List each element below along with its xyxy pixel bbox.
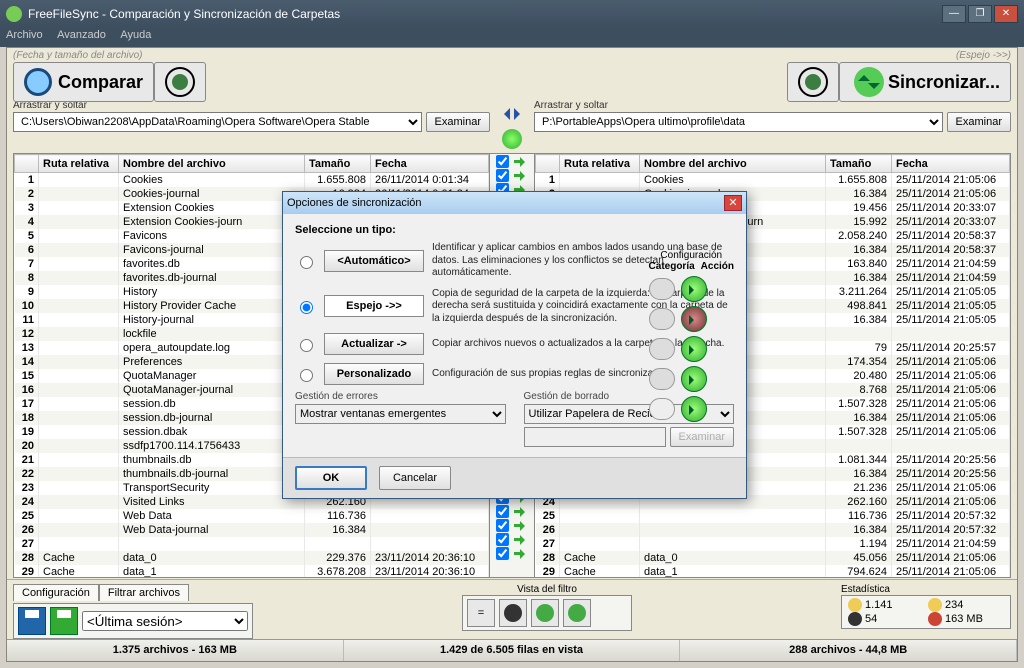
- swap-sides-button[interactable]: [495, 102, 529, 126]
- left-browse-button[interactable]: Examinar: [426, 112, 490, 132]
- table-row[interactable]: 29Cachedata_1794.62425/11/2014 21:05:06: [536, 565, 1010, 578]
- menu-help[interactable]: Ayuda: [120, 29, 151, 41]
- include-checkbox[interactable]: [496, 169, 509, 182]
- choose-type-label: Seleccione un tipo:: [295, 224, 396, 236]
- table-row[interactable]: 2616.38425/11/2014 20:57:32: [536, 523, 1010, 537]
- filter-conflict-button[interactable]: [499, 599, 527, 627]
- config-matrix: Configuración CategoríaAcción: [649, 250, 734, 426]
- cat-right-newer-icon: [649, 368, 675, 390]
- tab-config[interactable]: Configuración: [13, 584, 99, 601]
- sync-button[interactable]: Sincronizar...: [839, 62, 1011, 102]
- gear-icon: [165, 67, 195, 97]
- filter-view-toolbar: =: [462, 595, 632, 631]
- create-icon: [928, 598, 942, 612]
- dialog-close-button[interactable]: ✕: [724, 195, 742, 211]
- cat-right-only-icon: [649, 308, 675, 330]
- update-icon: [848, 598, 862, 612]
- radio-update[interactable]: [300, 339, 313, 352]
- include-checkbox[interactable]: [496, 505, 509, 518]
- delete-icon: [848, 612, 862, 626]
- stats-panel: 1.141 234 54 163 MB: [841, 595, 1011, 629]
- right-path-input[interactable]: P:\PortableApps\Opera ultimo\profile\dat…: [534, 112, 943, 132]
- table-row[interactable]: 27: [15, 537, 489, 551]
- maximize-button[interactable]: ❐: [968, 5, 992, 23]
- session-select[interactable]: <Última sesión>: [82, 611, 248, 631]
- table-row[interactable]: 28Cachedata_0229.37623/11/2014 20:36:10: [15, 551, 489, 565]
- app-icon: [6, 6, 22, 22]
- filter-left-button[interactable]: [563, 599, 591, 627]
- copy-right-arrow-icon: [512, 547, 528, 560]
- table-row[interactable]: 25Web Data116.736: [15, 509, 489, 523]
- status-right: 288 archivos - 44,8 MB: [680, 640, 1017, 661]
- copy-right-arrow-icon: [512, 169, 528, 182]
- include-checkbox[interactable]: [496, 519, 509, 532]
- menu-file[interactable]: Archivo: [6, 29, 43, 41]
- cat-left-only-icon: [649, 278, 675, 300]
- right-browse-button[interactable]: Examinar: [947, 112, 1011, 132]
- include-checkbox[interactable]: [496, 547, 509, 560]
- act-create-icon[interactable]: [681, 276, 707, 302]
- status-middle: 1.429 de 6.505 filas en vista: [344, 640, 681, 661]
- sync-options-dialog: Opciones de sincronización ✕ Seleccione …: [282, 191, 747, 499]
- menu-advanced[interactable]: Avanzado: [57, 29, 106, 41]
- status-bar: 1.375 archivos - 163 MB 1.429 de 6.505 f…: [7, 639, 1017, 661]
- error-handling-select[interactable]: Mostrar ventanas emergentes: [295, 404, 506, 424]
- stats-label: Estadística: [841, 584, 1011, 595]
- window-title: FreeFileSync - Comparación y Sincronizac…: [28, 7, 340, 21]
- table-row[interactable]: 271.19425/11/2014 21:04:59: [536, 537, 1010, 551]
- gear-icon: [798, 67, 828, 97]
- compare-settings-button[interactable]: [154, 62, 206, 102]
- save-batch-icon[interactable]: [50, 607, 78, 635]
- include-checkbox[interactable]: [496, 155, 509, 168]
- radio-custom[interactable]: [300, 369, 313, 382]
- magnifier-icon: [24, 68, 52, 96]
- copy-right-arrow-icon: [512, 505, 528, 518]
- save-config-icon[interactable]: [18, 607, 46, 635]
- radio-automatic[interactable]: [300, 256, 313, 269]
- table-row[interactable]: 26Web Data-journal16.384: [15, 523, 489, 537]
- radio-mirror[interactable]: [300, 301, 313, 314]
- data-icon: [928, 612, 942, 626]
- table-row[interactable]: 28Cachedata_045.05625/11/2014 21:05:06: [536, 551, 1010, 565]
- cat-different-icon: [649, 398, 675, 420]
- close-button[interactable]: ✕: [994, 5, 1018, 23]
- deletion-browse-button: Examinar: [670, 427, 734, 447]
- table-row[interactable]: 25116.73625/11/2014 20:57:32: [536, 509, 1010, 523]
- filter-equal-button[interactable]: =: [467, 599, 495, 627]
- minimize-button[interactable]: —: [942, 5, 966, 23]
- dialog-title: Opciones de sincronización: [287, 197, 422, 209]
- window-titlebar: FreeFileSync - Comparación y Sincronizac…: [0, 0, 1024, 27]
- deletion-path-input: [524, 427, 666, 447]
- copy-right-arrow-icon: [512, 519, 528, 532]
- act-update-icon[interactable]: [681, 336, 707, 362]
- copy-right-arrow-icon: [512, 155, 528, 168]
- table-row[interactable]: 1Cookies1.655.80825/11/2014 21:05:06: [536, 173, 1010, 188]
- sync-settings-button[interactable]: [787, 62, 839, 102]
- copy-right-arrow-icon: [512, 533, 528, 546]
- act-overwrite-icon[interactable]: [681, 396, 707, 422]
- left-path-input[interactable]: C:\Users\Obiwan2208\AppData\Roaming\Oper…: [13, 112, 422, 132]
- add-pair-button[interactable]: [502, 129, 522, 149]
- include-checkbox[interactable]: [496, 533, 509, 546]
- ok-button[interactable]: OK: [295, 466, 367, 490]
- table-row[interactable]: 29Cachedata_13.678.20823/11/2014 20:36:1…: [15, 565, 489, 578]
- filter-right-button[interactable]: [531, 599, 559, 627]
- tab-filter[interactable]: Filtrar archivos: [99, 584, 189, 601]
- table-row[interactable]: 1Cookies1.655.80826/11/2014 0:01:34: [15, 173, 489, 188]
- compare-button[interactable]: Comparar: [13, 62, 154, 102]
- menu-bar: Archivo Avanzado Ayuda: [0, 27, 1024, 47]
- sync-hint: (Espejo ->>): [956, 50, 1011, 61]
- cat-left-newer-icon: [649, 338, 675, 360]
- filter-view-label: Vista del filtro: [462, 584, 632, 595]
- act-delete-icon[interactable]: [681, 306, 707, 332]
- status-left: 1.375 archivos - 163 MB: [7, 640, 344, 661]
- sync-icon: [854, 67, 884, 97]
- compare-hint: (Fecha y tamaño del archivo): [13, 50, 143, 61]
- act-update2-icon[interactable]: [681, 366, 707, 392]
- cancel-button[interactable]: Cancelar: [379, 466, 451, 490]
